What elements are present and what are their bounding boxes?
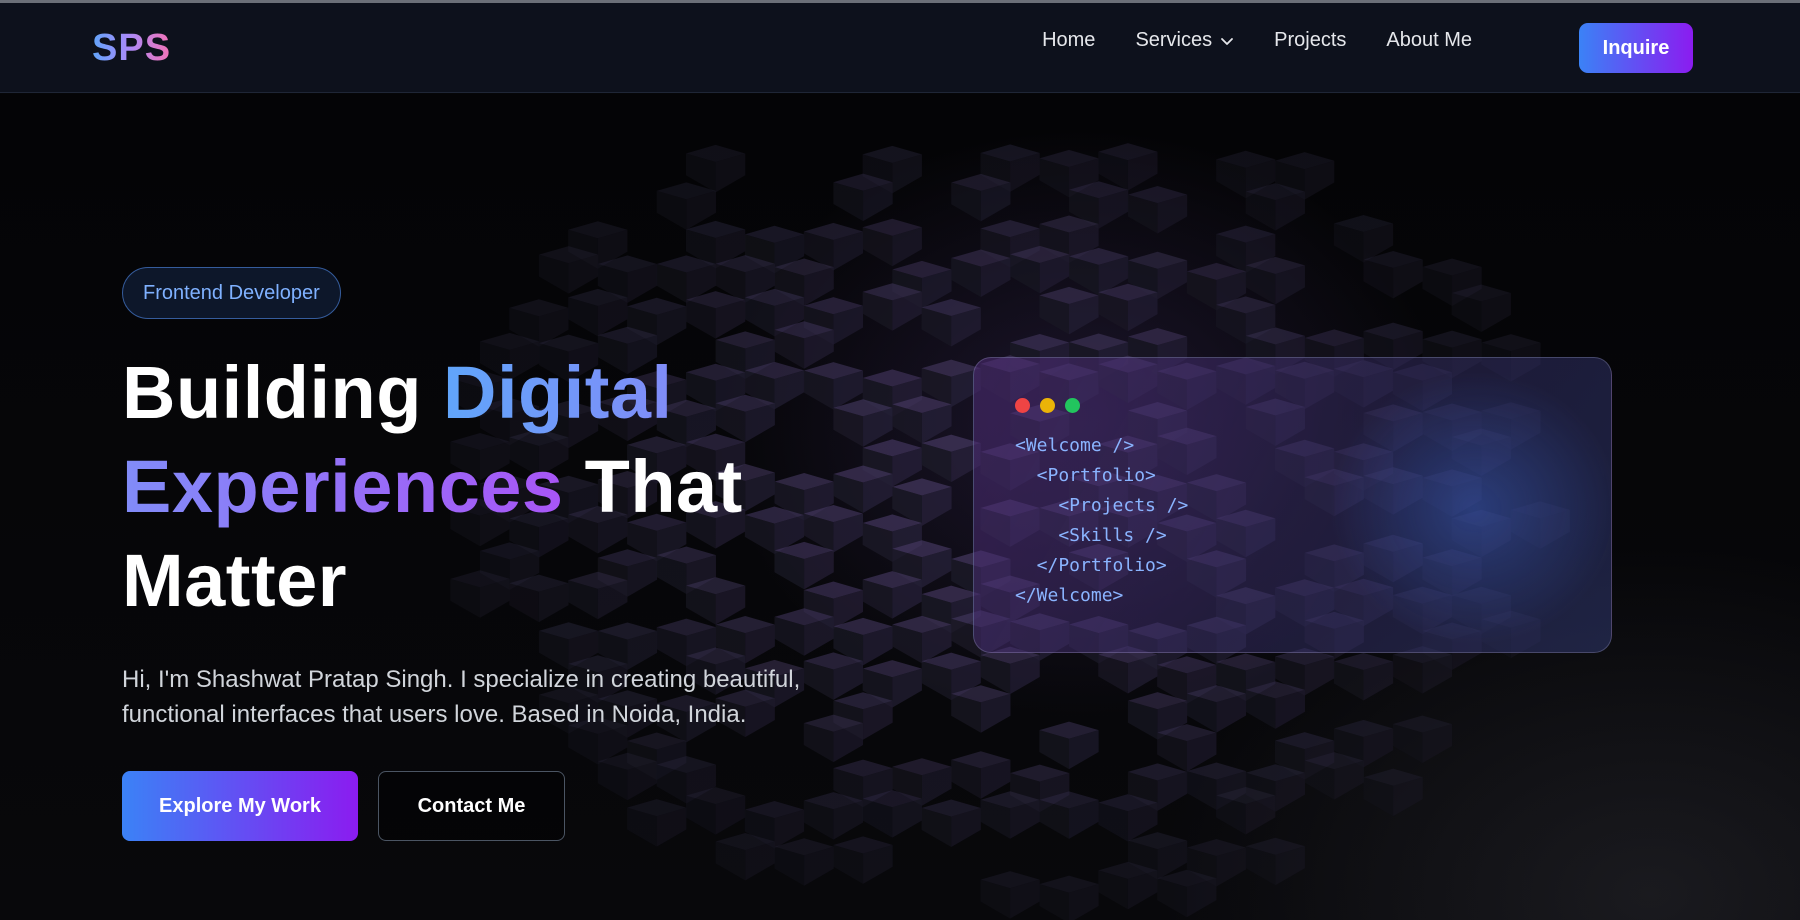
code-line: </Welcome> [1015,585,1124,606]
nav-link-projects[interactable]: Projects [1274,29,1346,52]
contact-me-button[interactable]: Contact Me [378,771,565,841]
code-line: <Portfolio> [1015,465,1156,486]
intro-line-2: functional interfaces that users love. B… [122,701,747,728]
intro-line-1: Hi, I'm Shashwat Pratap Singh. I special… [122,666,801,693]
hero-section: Frontend Developer Building Digital Expe… [0,94,1800,920]
code-snippet: <Welcome /> <Portfolio> <Projects /> <Sk… [1015,431,1188,611]
headline-part-5: Matter [122,539,348,622]
maximize-dot [1065,398,1080,413]
hero-headline: Building Digital Experiences That Matter [122,346,822,628]
nav-link-home[interactable]: Home [1042,29,1095,52]
minimize-dot [1040,398,1055,413]
headline-part-4: That [563,445,743,528]
code-line: <Welcome /> [1015,435,1135,456]
nav-link-label: About Me [1386,29,1472,51]
headline-part-1: Building [122,351,443,434]
headline-highlight-digital: Digital [443,351,673,434]
chevron-down-icon [1221,37,1234,45]
code-card: <Welcome /> <Portfolio> <Projects /> <Sk… [973,357,1612,653]
explore-work-button[interactable]: Explore My Work [122,771,358,841]
role-badge: Frontend Developer [122,267,341,319]
inquire-button[interactable]: Inquire [1579,23,1693,73]
code-line: <Projects /> [1015,495,1189,516]
window-dots [1015,398,1080,413]
logo[interactable]: SPS [92,27,171,70]
nav-link-label: Projects [1274,29,1347,51]
code-line: <Skills /> [1015,525,1167,546]
nav-link-about[interactable]: About Me [1386,29,1472,52]
top-navbar: SPS Home Services Projects About Me Inqu… [0,3,1800,93]
nav-link-services[interactable]: Services [1135,29,1234,52]
close-dot [1015,398,1030,413]
headline-highlight-experiences: Experiences [122,445,564,528]
hero-intro: Hi, I'm Shashwat Pratap Singh. I special… [122,662,862,732]
code-line: </Portfolio> [1015,555,1167,576]
nav-link-label: Services [1135,29,1213,51]
nav-link-label: Home [1042,29,1096,51]
nav-links: Home Services Projects About Me [1042,29,1472,52]
